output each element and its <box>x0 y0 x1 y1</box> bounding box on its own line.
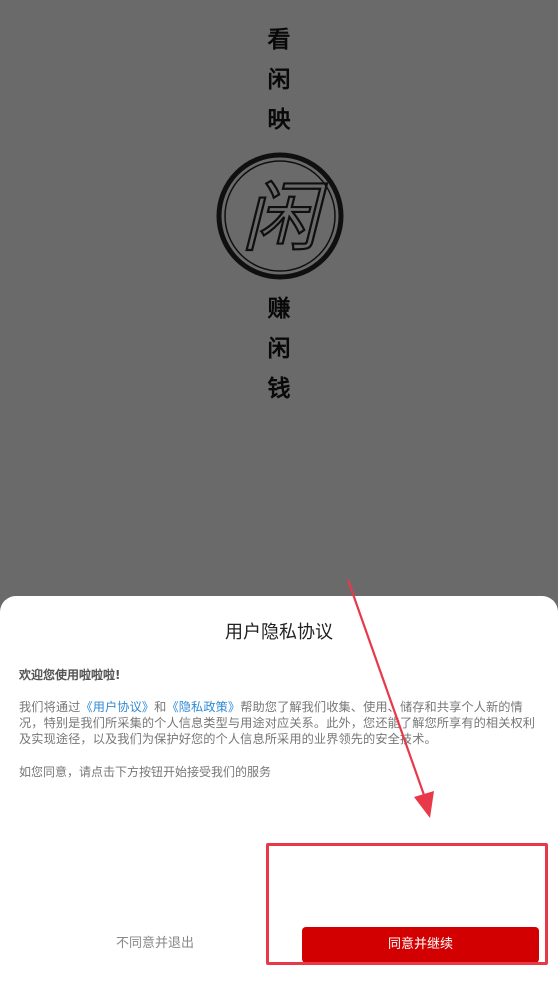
consent-text: 如您同意，请点击下方按钮开始接受我们的服务 <box>19 765 272 779</box>
screen: 看 闲 映 闲 赚 闲 钱 用户隐私协议 欢迎您使用啦啦啦! 我们将通过《用户协… <box>0 0 558 992</box>
body-text-part: 我们将通过 <box>19 700 81 714</box>
user-agreement-link[interactable]: 《用户协议》 <box>80 700 154 714</box>
dialog-body: 我们将通过《用户协议》和《隐私政策》帮助您了解我们收集、使用、储存和共享个人新的… <box>19 699 541 747</box>
dialog-title: 用户隐私协议 <box>225 622 333 643</box>
privacy-dialog: 用户隐私协议 欢迎您使用啦啦啦! 我们将通过《用户协议》和《隐私政策》帮助您了解… <box>0 596 558 992</box>
welcome-text: 欢迎您使用啦啦啦! <box>19 668 121 682</box>
privacy-policy-link[interactable]: 《隐私政策》 <box>166 700 240 714</box>
body-text-part: 和 <box>154 700 167 714</box>
disagree-exit-button[interactable]: 不同意并退出 <box>100 932 210 951</box>
agree-continue-button[interactable]: 同意并继续 <box>302 927 539 963</box>
